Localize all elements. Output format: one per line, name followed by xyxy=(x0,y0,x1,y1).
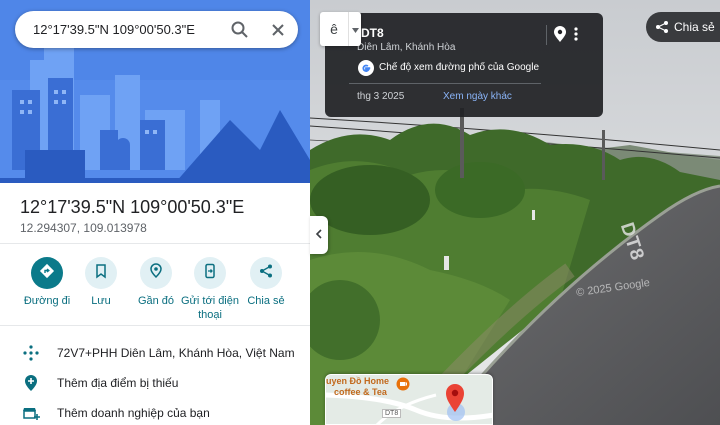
location-text: Diên Lâm, Khánh Hòa xyxy=(357,42,456,53)
divider xyxy=(349,83,541,84)
plus-code-icon xyxy=(21,343,41,363)
minimap-road-label: DT8 xyxy=(382,409,402,418)
send-to-phone-label: Gửi tới điện thoại xyxy=(181,295,239,321)
chevron-down-icon xyxy=(351,20,359,38)
add-place-row[interactable]: Thêm địa điểm bị thiếu xyxy=(0,369,310,397)
map-pin-icon xyxy=(444,382,466,419)
share-button[interactable]: Chia sẻ xyxy=(237,256,295,308)
streetview-info-card: DT8 Diên Lâm, Khánh Hòa Chế độ xem đường… xyxy=(325,13,603,117)
pegman-control[interactable]: ê xyxy=(320,12,361,46)
divider xyxy=(0,243,310,244)
google-logo-icon xyxy=(358,60,374,76)
road-name: DT8 xyxy=(361,26,384,40)
capture-date: thg 3 2025 xyxy=(357,91,405,102)
add-business-row[interactable]: Thêm doanh nghiệp của bạn xyxy=(0,399,310,425)
place-panel: 12°17'39.5"N 109°00'50.3"E 12°17'39.5"N … xyxy=(0,0,310,425)
minimap[interactable]: uyen Đồ Home coffee & Tea DT8 xyxy=(325,374,493,425)
pegman-button[interactable]: ê xyxy=(320,12,348,46)
plus-code-row[interactable]: 72V7+PHH Diên Lâm, Khánh Hòa, Việt Nam xyxy=(0,339,310,367)
streetview-mode-label: Chế độ xem đường phố của Google xyxy=(379,62,540,73)
collapse-panel-button[interactable] xyxy=(310,216,328,254)
directions-label: Đường đi xyxy=(23,295,71,307)
search-icon[interactable] xyxy=(229,19,251,41)
more-options-icon[interactable] xyxy=(573,26,579,47)
plus-code-text: 72V7+PHH Diên Lâm, Khánh Hòa, Việt Nam xyxy=(57,346,295,360)
minimap-place-label-2: coffee & Tea xyxy=(334,387,387,397)
search-input[interactable]: 12°17'39.5"N 109°00'50.3"E xyxy=(33,22,195,37)
share-label: Chia sẻ xyxy=(674,20,715,34)
minimap-place-label: uyen Đồ Home xyxy=(326,376,390,386)
action-bar: Đường đi Lưu Gần đó Gửi tới điện thoại C… xyxy=(0,256,310,326)
place-coordinates: 12.294307, 109.013978 xyxy=(20,221,147,235)
add-place-icon xyxy=(21,373,41,393)
send-to-phone-button[interactable]: Gửi tới điện thoại xyxy=(181,256,239,322)
add-business-icon xyxy=(21,403,41,423)
add-place-text: Thêm địa điểm bị thiếu xyxy=(57,376,179,390)
nearby-label: Gần đó xyxy=(137,295,175,307)
divider xyxy=(0,325,310,326)
divider xyxy=(546,25,547,45)
send-to-phone-icon xyxy=(202,263,218,284)
save-label: Lưu xyxy=(91,295,111,307)
close-icon[interactable] xyxy=(267,19,289,41)
directions-button[interactable]: Đường đi xyxy=(18,256,76,308)
share-icon xyxy=(655,20,669,39)
nearby-button[interactable]: Gần đó xyxy=(127,256,185,308)
bookmark-icon xyxy=(93,263,109,284)
search-box[interactable]: 12°17'39.5"N 109°00'50.3"E xyxy=(15,11,298,48)
dropdown-button[interactable] xyxy=(348,12,361,46)
place-title: 12°17'39.5"N 109°00'50.3"E xyxy=(20,197,245,217)
streetview-share-button[interactable]: Chia sẻ xyxy=(646,12,720,42)
directions-icon xyxy=(39,263,55,284)
share-label: Chia sẻ xyxy=(247,295,285,307)
share-icon xyxy=(258,263,274,284)
chevron-left-icon xyxy=(315,226,323,244)
location-pin-icon[interactable] xyxy=(552,25,568,48)
nearby-icon xyxy=(148,262,164,284)
see-more-dates-link[interactable]: Xem ngày khác xyxy=(443,91,512,102)
save-button[interactable]: Lưu xyxy=(72,256,130,308)
add-business-text: Thêm doanh nghiệp của bạn xyxy=(57,406,210,420)
coffee-icon xyxy=(396,377,410,396)
